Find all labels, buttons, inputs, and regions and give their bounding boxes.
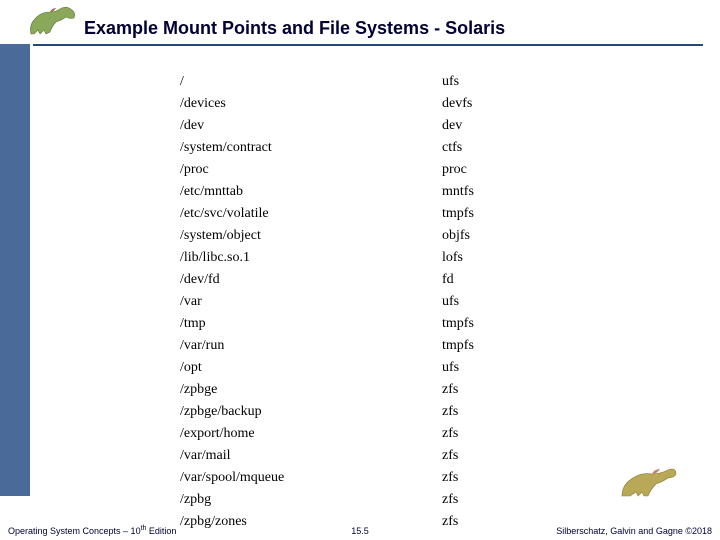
filesystem-cell: ufs	[442, 358, 542, 378]
mount-point-cell: /etc/mnttab	[180, 182, 440, 202]
table-row: /devdev	[180, 116, 542, 136]
filesystem-cell: zfs	[442, 446, 542, 466]
footer-right: Silberschatz, Galvin and Gagne ©2018	[556, 526, 712, 536]
filesystem-cell: zfs	[442, 424, 542, 444]
mount-point-cell: /dev	[180, 116, 440, 136]
mount-point-cell: /etc/svc/volatile	[180, 204, 440, 224]
filesystem-cell: fd	[442, 270, 542, 290]
table-row: /var/runtmpfs	[180, 336, 542, 356]
filesystem-cell: objfs	[442, 226, 542, 246]
mount-point-cell: /zpbg	[180, 490, 440, 510]
mount-point-cell: /devices	[180, 94, 440, 114]
mount-point-cell: /opt	[180, 358, 440, 378]
filesystem-cell: ufs	[442, 72, 542, 92]
table-row: /export/homezfs	[180, 424, 542, 444]
table-row: /varufs	[180, 292, 542, 312]
table-row: /zpbgzfs	[180, 490, 542, 510]
table-row: /system/contractctfs	[180, 138, 542, 158]
filesystem-cell: zfs	[442, 402, 542, 422]
table-row: /var/mailzfs	[180, 446, 542, 466]
dinosaur-icon-top	[26, 4, 80, 40]
title-underline	[33, 44, 703, 46]
footer: Operating System Concepts – 10th Edition…	[0, 522, 720, 540]
table-row: /dev/fdfd	[180, 270, 542, 290]
filesystem-cell: mntfs	[442, 182, 542, 202]
filesystem-cell: ufs	[442, 292, 542, 312]
table-row: /devicesdevfs	[180, 94, 542, 114]
filesystem-cell: tmpfs	[442, 336, 542, 356]
mount-point-cell: /zpbge/backup	[180, 402, 440, 422]
filesystem-cell: zfs	[442, 380, 542, 400]
mount-point-cell: /var/run	[180, 336, 440, 356]
table-row: /zpbgezfs	[180, 380, 542, 400]
mount-point-cell: /var	[180, 292, 440, 312]
filesystem-cell: proc	[442, 160, 542, 180]
dinosaur-icon-bottom	[618, 462, 680, 502]
mount-point-cell: /export/home	[180, 424, 440, 444]
table-row: /etc/svc/volatiletmpfs	[180, 204, 542, 224]
filesystem-cell: tmpfs	[442, 204, 542, 224]
table-row: /optufs	[180, 358, 542, 378]
mount-point-cell: /tmp	[180, 314, 440, 334]
mount-point-cell: /dev/fd	[180, 270, 440, 290]
filesystem-cell: lofs	[442, 248, 542, 268]
table-row: /zpbge/backupzfs	[180, 402, 542, 422]
table-row: /procproc	[180, 160, 542, 180]
table-row: /system/objectobjfs	[180, 226, 542, 246]
filesystem-cell: devfs	[442, 94, 542, 114]
filesystem-cell: ctfs	[442, 138, 542, 158]
table-row: /ufs	[180, 72, 542, 92]
slide-title: Example Mount Points and File Systems - …	[84, 18, 505, 39]
mount-point-cell: /lib/libc.so.1	[180, 248, 440, 268]
mount-point-cell: /var/spool/mqueue	[180, 468, 440, 488]
filesystem-cell: zfs	[442, 490, 542, 510]
mount-table: /ufs/devicesdevfs/devdev/system/contract…	[178, 70, 544, 534]
filesystem-cell: tmpfs	[442, 314, 542, 334]
mount-point-cell: /system/object	[180, 226, 440, 246]
mount-point-cell: /	[180, 72, 440, 92]
mount-point-cell: /zpbge	[180, 380, 440, 400]
table-row: /tmptmpfs	[180, 314, 542, 334]
table-row: /var/spool/mqueuezfs	[180, 468, 542, 488]
filesystem-cell: zfs	[442, 468, 542, 488]
mount-point-cell: /system/contract	[180, 138, 440, 158]
table-row: /etc/mnttabmntfs	[180, 182, 542, 202]
mount-point-cell: /proc	[180, 160, 440, 180]
filesystem-cell: dev	[442, 116, 542, 136]
left-sidebar-band	[0, 44, 30, 496]
table-row: /lib/libc.so.1lofs	[180, 248, 542, 268]
mount-point-cell: /var/mail	[180, 446, 440, 466]
